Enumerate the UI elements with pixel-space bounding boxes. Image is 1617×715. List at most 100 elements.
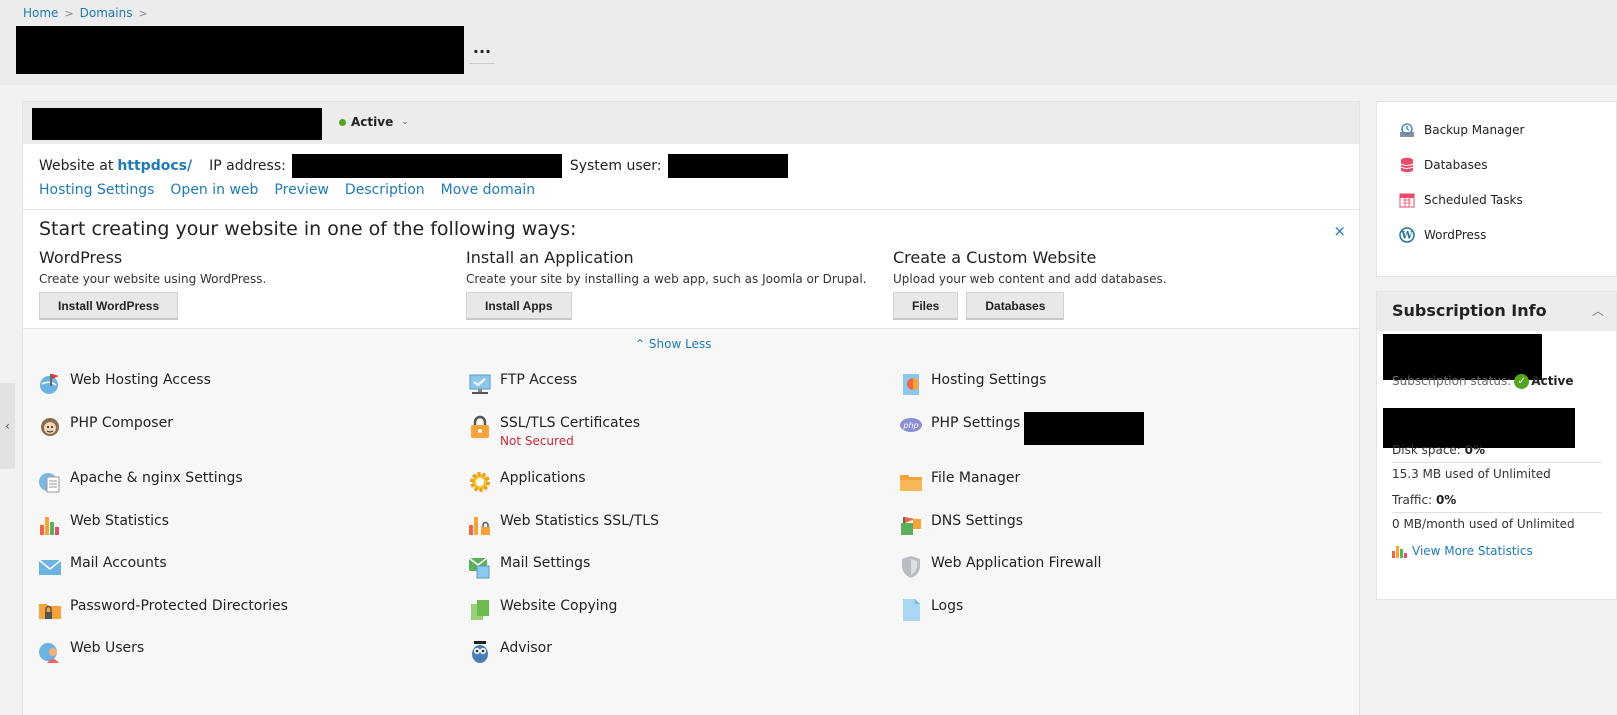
tool-password-protected-directories[interactable]: Password-Protected Directories (38, 598, 288, 622)
composer-icon (41, 418, 59, 436)
tool-label: Web Hosting Access (70, 372, 211, 388)
folder-icon (900, 475, 922, 491)
disk-space-value: 0% (1464, 443, 1486, 457)
preview-link[interactable]: Preview (274, 182, 329, 198)
domain-card: Active ⌄ Website at httpdocs/ IP address… (22, 101, 1360, 715)
tool-mail-accounts[interactable]: Mail Accounts (38, 555, 167, 579)
ip-address-redacted (291, 154, 562, 178)
disk-usage-text: 15.3 MB used of Unlimited (1392, 467, 1551, 481)
more-actions-button[interactable]: ... (469, 38, 495, 64)
side-item-backup-manager[interactable]: Backup Manager (1399, 122, 1524, 138)
svg-text:php: php (902, 421, 918, 430)
bar-chart-icon (1392, 546, 1407, 558)
tool-label: Hosting Settings (931, 372, 1047, 388)
side-item-wordpress[interactable]: W WordPress (1399, 227, 1486, 243)
tool-hosting-settings[interactable]: Hosting Settings (899, 372, 1046, 396)
tool-label: DNS Settings (931, 513, 1024, 529)
breadcrumb-domains[interactable]: Domains (80, 6, 133, 20)
sidebar-collapse-toggle[interactable]: ‹ (0, 383, 15, 469)
quick-links-panel: Backup Manager Databases Scheduled Tasks… (1376, 101, 1617, 277)
website-path-link[interactable]: httpdocs/ (117, 158, 192, 174)
svg-text:W: W (1400, 231, 1413, 242)
wordpress-icon: W (1399, 227, 1415, 243)
side-item-label: Databases (1424, 158, 1488, 172)
check-icon: ✓ (1514, 374, 1530, 389)
tool-ssl-tls-certificates[interactable]: SSL/TLS Certificates Not Secured (468, 415, 640, 448)
tool-web-users[interactable]: Web Users (38, 640, 144, 664)
tool-website-copying[interactable]: Website Copying (468, 598, 617, 622)
subscription-info-header[interactable]: Subscription Info ︿ (1377, 292, 1616, 331)
tool-php-settings[interactable]: php PHP Settings (899, 412, 1145, 445)
tool-label: PHP Settings (931, 415, 1021, 431)
calendar-icon (1399, 193, 1415, 208)
tool-label: Password-Protected Directories (70, 598, 288, 614)
tool-label: Mail Accounts (70, 555, 167, 571)
domain-info-row: Website at httpdocs/ IP address: System … (39, 154, 788, 178)
document-icon (903, 599, 920, 621)
tool-web-statistics[interactable]: Web Statistics (38, 513, 169, 537)
way-install-application: Install an Application Create your site … (466, 248, 867, 320)
subscription-status-value: Active (1531, 374, 1574, 388)
side-item-scheduled-tasks[interactable]: Scheduled Tasks (1399, 192, 1523, 208)
globe-flag-icon (40, 374, 59, 394)
install-apps-button[interactable]: Install Apps (466, 292, 572, 320)
ip-address-label: IP address: (209, 158, 286, 174)
way-description: Upload your web content and add database… (893, 272, 1167, 286)
close-icon[interactable]: × (1333, 222, 1346, 240)
way-description: Create your site by installing a web app… (466, 272, 867, 286)
domain-card-header: Active ⌄ (23, 102, 1359, 144)
move-domain-link[interactable]: Move domain (441, 182, 535, 198)
description-link[interactable]: Description (345, 182, 425, 198)
ssl-status-not-secured: Not Secured (500, 434, 574, 448)
tool-apache-nginx-settings[interactable]: Apache & nginx Settings (38, 470, 243, 494)
disk-space-row: Disk space: 0% (1392, 443, 1485, 457)
tool-logs[interactable]: Logs (899, 598, 963, 622)
tool-web-application-firewall[interactable]: Web Application Firewall (899, 555, 1101, 579)
view-more-statistics-link[interactable]: View More Statistics (1392, 544, 1533, 558)
domain-links: Hosting Settings Open in web Preview Des… (39, 182, 535, 198)
domain-status-label: Active (351, 115, 394, 129)
tool-mail-settings[interactable]: Mail Settings (468, 555, 590, 579)
tool-web-statistics-ssl-tls[interactable]: Web Statistics SSL/TLS (468, 513, 659, 537)
tool-ftp-access[interactable]: FTP Access (468, 372, 577, 396)
tool-dns-settings[interactable]: DNS Settings (899, 513, 1023, 537)
chevron-up-icon[interactable]: ︿ (1592, 302, 1604, 319)
envelope-icon (38, 559, 62, 575)
dns-flag-icon (901, 517, 921, 535)
tool-applications[interactable]: Applications (468, 470, 586, 494)
hosting-settings-link[interactable]: Hosting Settings (39, 182, 154, 198)
breadcrumb-home[interactable]: Home (23, 6, 58, 20)
page-title-redacted (16, 26, 464, 74)
tools-area (23, 329, 1359, 715)
traffic-row: Traffic: 0% (1392, 493, 1456, 507)
tool-label: Logs (931, 598, 964, 614)
tool-label: Advisor (500, 640, 553, 656)
view-more-statistics-label[interactable]: View More Statistics (1412, 544, 1533, 558)
subscription-details-redacted (1383, 408, 1575, 448)
way-description: Create your website using WordPress. (39, 272, 267, 286)
tool-advisor[interactable]: Advisor (468, 640, 552, 664)
tool-label: FTP Access (500, 372, 578, 388)
subscription-info-title: Subscription Info (1392, 301, 1547, 320)
bar-chart-lock-icon (469, 517, 490, 535)
tool-label: Applications (500, 470, 586, 486)
shield-icon (902, 556, 920, 578)
tool-php-composer[interactable]: PHP Composer (38, 415, 173, 439)
tool-file-manager[interactable]: File Manager (899, 470, 1020, 494)
breadcrumb-separator: > (64, 6, 74, 20)
tool-web-hosting-access[interactable]: Web Hosting Access (38, 372, 211, 396)
side-item-databases[interactable]: Databases (1399, 157, 1488, 173)
subscription-info-panel: Subscription Info ︿ Subscription status:… (1376, 291, 1617, 600)
system-user-label: System user: (569, 158, 662, 174)
files-button[interactable]: Files (893, 292, 959, 320)
install-wordpress-button[interactable]: Install WordPress (39, 292, 179, 320)
chevron-down-icon: ⌄ (401, 117, 409, 127)
show-less-toggle[interactable]: ⌃ Show Less (635, 337, 711, 351)
open-in-web-link[interactable]: Open in web (170, 182, 258, 198)
side-item-label: WordPress (1424, 228, 1487, 242)
tool-label: Web Statistics (70, 513, 169, 529)
databases-button[interactable]: Databases (966, 292, 1065, 320)
breadcrumb-separator: > (138, 6, 148, 20)
tool-label: Web Statistics SSL/TLS (500, 513, 659, 529)
domain-status-dropdown[interactable]: Active ⌄ (339, 115, 409, 129)
